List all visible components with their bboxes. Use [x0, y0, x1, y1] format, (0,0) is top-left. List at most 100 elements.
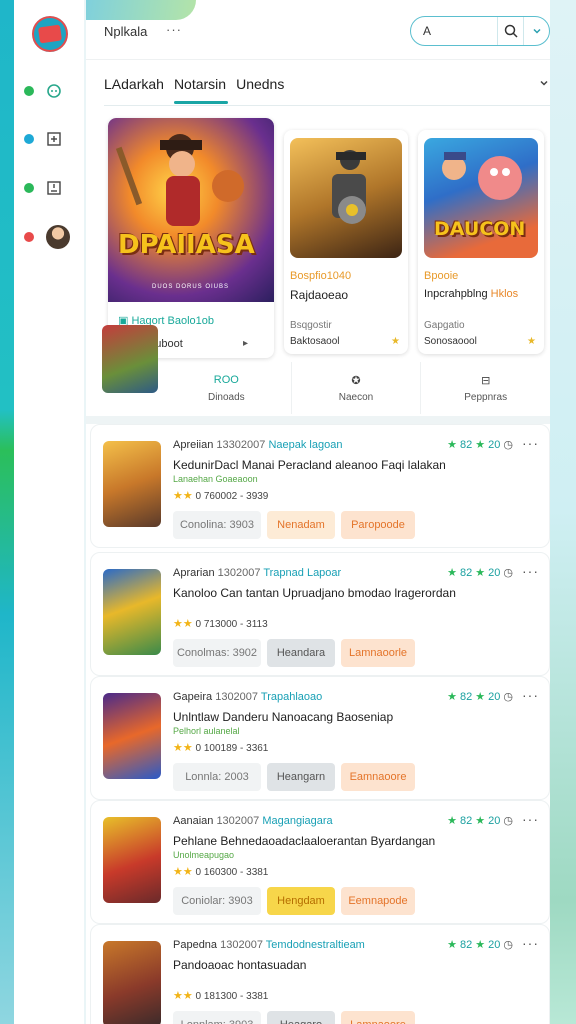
sidebar-item-profile[interactable]	[24, 225, 70, 249]
search-icon[interactable]	[497, 17, 524, 45]
row-author: Aprarian	[173, 567, 215, 579]
row-rating: ★ 82 ★ 20 ◷	[447, 438, 513, 452]
sidebar-item-chat[interactable]	[24, 83, 62, 99]
status-button[interactable]: Heandara	[267, 639, 335, 667]
status-button[interactable]: Heangarn	[267, 763, 335, 791]
row-rating: ★ 82 ★ 20 ◷	[447, 814, 513, 828]
play-icon[interactable]: ▸	[243, 338, 248, 349]
action-button[interactable]: Paropoode	[341, 511, 415, 539]
game-thumbnail[interactable]	[103, 569, 161, 655]
status-button[interactable]: Hengdam	[267, 887, 335, 915]
row-tag: Trapnad Lapoar	[263, 567, 342, 579]
tab-notarsin[interactable]: Notarsin	[173, 64, 232, 104]
download-icon: ROO	[213, 373, 239, 386]
row-rating: ★ 82 ★ 20 ◷	[447, 566, 513, 580]
game-thumbnail[interactable]	[103, 817, 161, 903]
app-logo[interactable]	[30, 14, 70, 54]
sidebar-item-board[interactable]	[24, 131, 62, 147]
row-subtitle: Lanaehan Goaeaoon	[173, 474, 258, 484]
featured-meta: Bsqgostir	[290, 320, 332, 331]
row-tag: Magangiagara	[262, 815, 333, 827]
app-title: Nplkala	[104, 24, 148, 39]
featured-card[interactable]: DPAIIASA DUOS DORUS OIUBS ▣ Hagort Baolo…	[108, 118, 274, 358]
status-dot	[24, 183, 34, 193]
featured-card[interactable]: DAUCON Bpooie Inpcrahpblng Hklos Gapgati…	[418, 130, 544, 354]
count-button[interactable]: Lonnlam: 3903	[173, 1011, 261, 1024]
game-art: DPAIIASA DUOS DORUS OIUBS	[108, 118, 274, 302]
more-icon[interactable]: ···	[522, 435, 539, 451]
star-icon: ★	[182, 490, 193, 502]
avatar	[46, 225, 70, 249]
more-icon[interactable]: ···	[522, 563, 539, 579]
clock-icon: ◷	[503, 439, 513, 451]
row-header: Gapeira 1302007 Trapahlaoao	[173, 691, 322, 703]
status-dot	[24, 86, 34, 96]
row-header: Aprarian 1302007 Trapnad Lapoar	[173, 567, 341, 579]
status-button[interactable]: Heagaro	[267, 1011, 335, 1024]
section-divider	[86, 416, 550, 424]
search-box	[410, 16, 550, 46]
chevron-down-icon[interactable]	[538, 76, 550, 94]
game-thumbnail[interactable]	[102, 325, 158, 393]
main-panel: Nplkala ··· LAdarkah Notarsin Unedns	[86, 0, 550, 1024]
count-button[interactable]: Coniolar: 3903	[173, 887, 261, 915]
more-icon[interactable]: ···	[522, 935, 539, 951]
more-icon[interactable]: ···	[522, 687, 539, 703]
star-icon: ★	[173, 618, 183, 630]
clock-icon: ◷	[503, 567, 513, 579]
count-button[interactable]: Lonnla: 2003	[173, 763, 261, 791]
chat-icon	[46, 83, 62, 99]
game-art	[290, 138, 402, 258]
list-item[interactable]: Gapeira 1302007 Trapahlaoao ★ 82 ★ 20 ◷ …	[90, 676, 550, 800]
count-button[interactable]: Conolina: 3903	[173, 511, 261, 539]
row-header: Papedna 1302007 Temdodnestraltieam	[173, 939, 365, 951]
row-stars: ★★ 0 181300 - 3381	[173, 990, 269, 1002]
row-author: Papedna	[173, 939, 218, 951]
star-icon: ★	[527, 336, 536, 347]
action-button[interactable]: Eemnapode	[341, 887, 415, 915]
list-item[interactable]: Aprarian 1302007 Trapnad Lapoar ★ 82 ★ 2…	[90, 552, 550, 676]
row-date: 1302007	[220, 939, 263, 951]
chevron-down-icon[interactable]	[524, 17, 549, 45]
row-stars: ★★ 0 713000 - 3113	[173, 618, 268, 630]
search-input[interactable]	[423, 18, 497, 44]
sidebar-item-calendar[interactable]	[24, 180, 62, 196]
star-icon: ★	[447, 691, 458, 703]
calendar-icon	[46, 180, 62, 196]
list-item[interactable]: Papedna 1302007 Temdodnestraltieam ★ 82 …	[90, 924, 550, 1024]
more-icon[interactable]: ···	[522, 811, 539, 827]
clock-icon: ◷	[503, 815, 513, 827]
row-header: Apreiian 13302007 Naepak lagoan	[173, 439, 342, 451]
action-downloads[interactable]: ROO Dinoads	[162, 362, 291, 414]
header: Nplkala ···	[86, 0, 550, 60]
star-icon: ★	[182, 990, 193, 1002]
action-bar: ROO Dinoads ✪ Naecon ⊟ Peppnras	[162, 362, 550, 414]
status-button[interactable]: Nenadam	[267, 511, 335, 539]
star-icon: ★	[447, 939, 458, 951]
action-button[interactable]: Eamnaoore	[341, 763, 415, 791]
list-item[interactable]: Aanaian 1302007 Magangiagara ★ 82 ★ 20 ◷…	[90, 800, 550, 924]
row-title: Kanoloo Can tantan Upruadjano bmodao lra…	[173, 586, 456, 600]
featured-card[interactable]: Bospfio1040 Rajdaoeao Bsqgostir Baktosao…	[284, 130, 408, 354]
row-tag: Naepak lagoan	[268, 439, 343, 451]
star-icon: ★	[447, 815, 458, 827]
game-art-caption: DUOS DORUS OIUBS	[152, 284, 230, 290]
star-icon: ★	[475, 939, 486, 951]
tab-unedns[interactable]: Unedns	[236, 64, 290, 104]
row-tag: Temdodnestraltieam	[265, 939, 365, 951]
featured-name: Inpcrahpblng Hklos	[424, 288, 519, 300]
list-item[interactable]: Apreiian 13302007 Naepak lagoan ★ 82 ★ 2…	[90, 424, 550, 548]
action-peppnras[interactable]: ⊟ Peppnras	[420, 362, 550, 414]
action-button[interactable]: Lamnaoorle	[341, 639, 415, 667]
row-date: 1302007	[217, 567, 261, 579]
tab-ladarkah[interactable]: LAdarkah	[104, 64, 170, 104]
action-naecon[interactable]: ✪ Naecon	[290, 362, 421, 414]
more-icon[interactable]: ···	[166, 22, 182, 37]
game-thumbnail[interactable]	[103, 941, 161, 1024]
count-button[interactable]: Conolmas: 3902	[173, 639, 261, 667]
background-strip-left	[0, 0, 14, 1024]
game-thumbnail[interactable]	[103, 693, 161, 779]
game-thumbnail[interactable]	[103, 441, 161, 527]
action-button[interactable]: Lamnaoore	[341, 1011, 415, 1024]
clock-icon: ◷	[503, 939, 513, 951]
